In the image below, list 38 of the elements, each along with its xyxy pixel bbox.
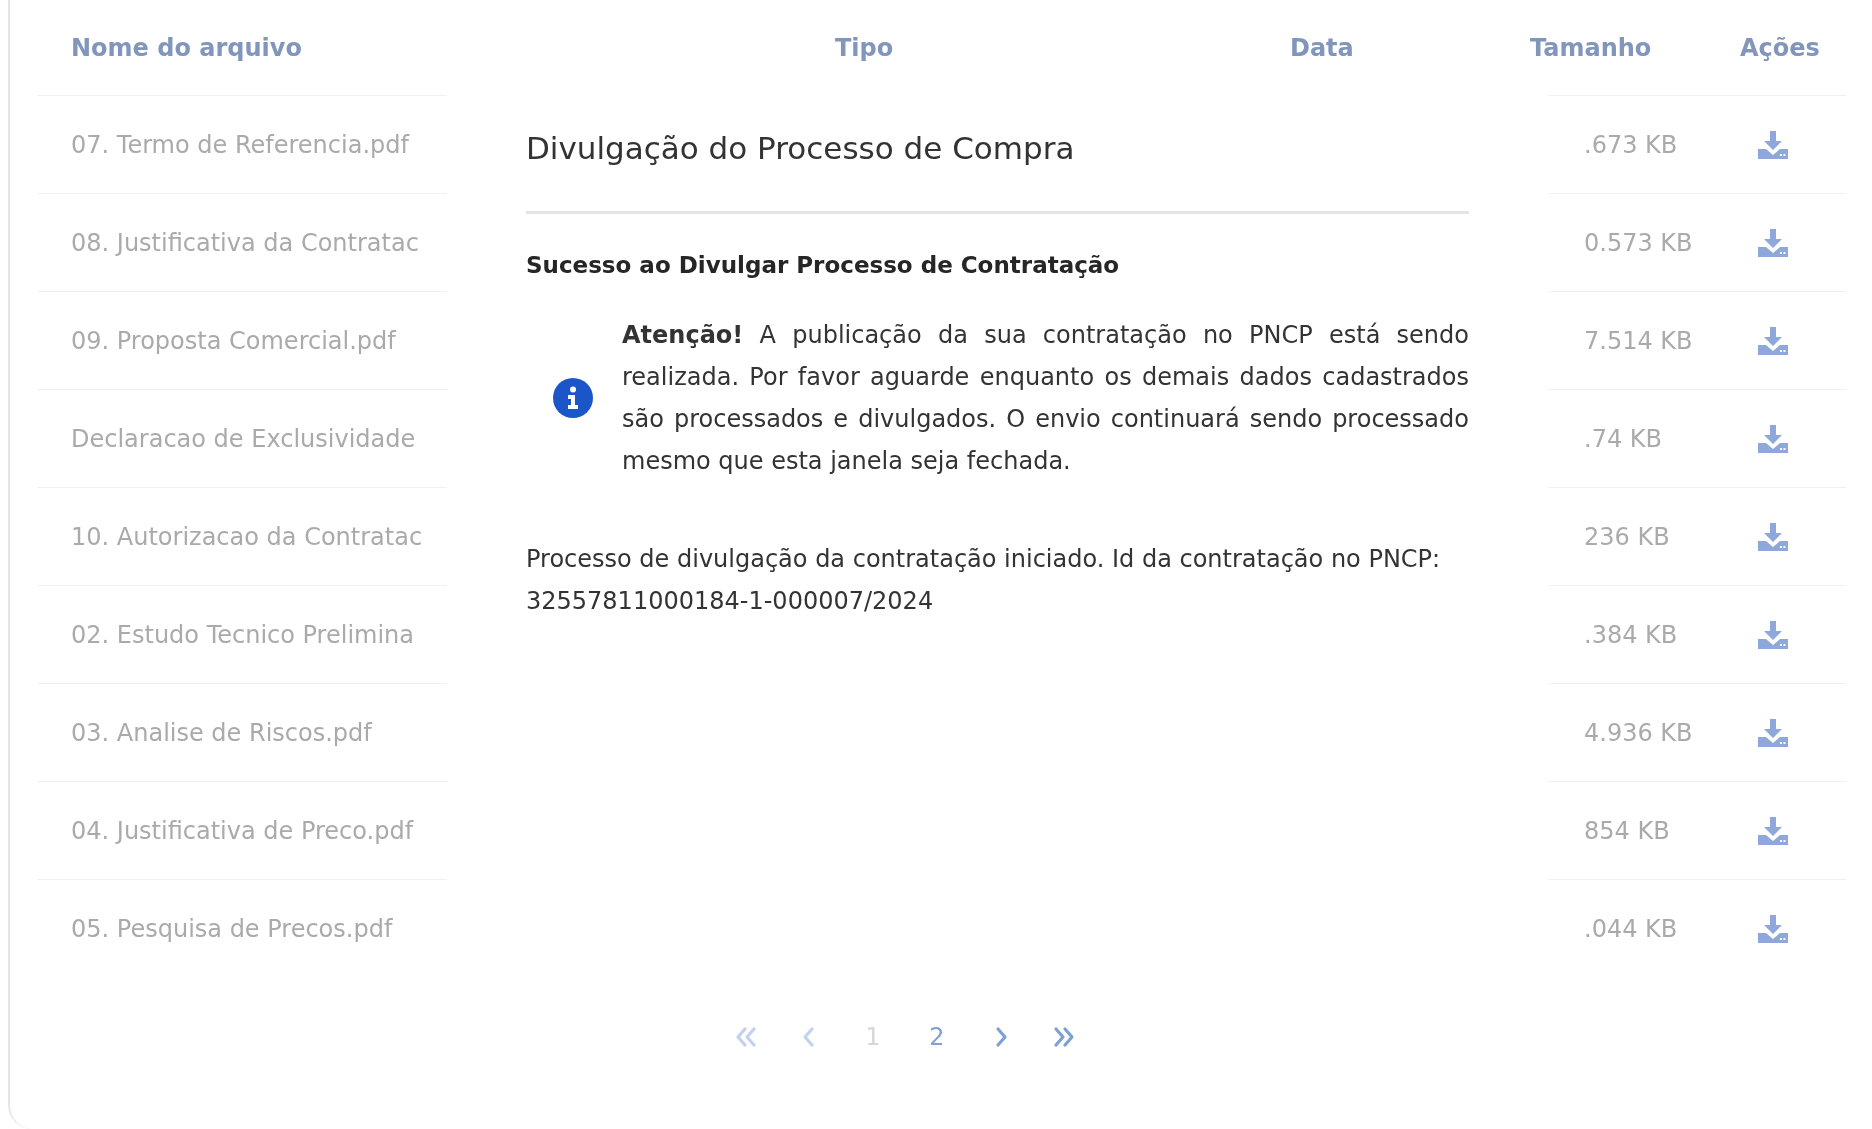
file-size: 7.514 KB	[1584, 326, 1693, 355]
download-icon[interactable]	[1758, 522, 1788, 551]
page-number[interactable]: 2	[923, 1023, 951, 1051]
column-header: Tamanho	[1530, 33, 1652, 62]
file-name: 09. Proposta Comercial.pdf	[71, 326, 396, 355]
download-icon[interactable]	[1758, 816, 1788, 845]
column-header: Ações	[1740, 33, 1820, 62]
download-icon[interactable]	[1758, 620, 1788, 649]
download-icon[interactable]	[1758, 424, 1788, 453]
file-name: 03. Analise de Riscos.pdf	[71, 718, 372, 747]
file-size: 4.936 KB	[1584, 718, 1693, 747]
status-message: Processo de divulgação da contratação iniciado. Id da contratação no PNCP: 32557811000184-1-000007/2024	[526, 544, 1442, 617]
file-size: .384 KB	[1584, 620, 1678, 649]
download-icon[interactable]	[1758, 326, 1788, 355]
alert-message: Atenção! A publicação da sua contratação no PNCP está sendo realizada. Por favor aguarde enquanto os demais dados cadastrados são processados e divulgados. O envio continuará sendo processado mesmo que esta janela seja fechada.	[622, 320, 1469, 477]
file-name: 07. Termo de Referencia.pdf	[71, 130, 409, 159]
file-name: 04. Justificativa de Preco.pdf	[71, 816, 414, 845]
file-size: 854 KB	[1584, 816, 1670, 845]
info-icon	[553, 378, 593, 418]
dialog-title: Divulgação do Processo de Compra	[526, 129, 1076, 168]
column-header: Tipo	[835, 33, 894, 62]
download-icon[interactable]	[1758, 914, 1788, 943]
file-size: 236 KB	[1584, 522, 1670, 551]
column-header: Nome do arquivo	[71, 33, 302, 62]
file-size: .74 KB	[1584, 424, 1662, 453]
file-size: 0.573 KB	[1584, 228, 1693, 257]
download-icon[interactable]	[1758, 228, 1788, 257]
file-name: Declaracao de Exclusividade	[71, 424, 416, 453]
file-size: .673 KB	[1584, 130, 1678, 159]
file-name: 02. Estudo Tecnico Prelimina	[71, 620, 415, 649]
file-name: 10. Autorizacao da Contratac	[71, 522, 423, 551]
file-name: 05. Pesquisa de Precos.pdf	[71, 914, 393, 943]
download-icon[interactable]	[1758, 130, 1788, 159]
column-header: Data	[1290, 33, 1354, 62]
success-heading: Sucesso ao Divulgar Processo de Contratação	[526, 252, 1121, 278]
file-name: 08. Justificativa da Contratac	[71, 228, 419, 257]
download-icon[interactable]	[1758, 718, 1788, 747]
file-size: .044 KB	[1584, 914, 1678, 943]
